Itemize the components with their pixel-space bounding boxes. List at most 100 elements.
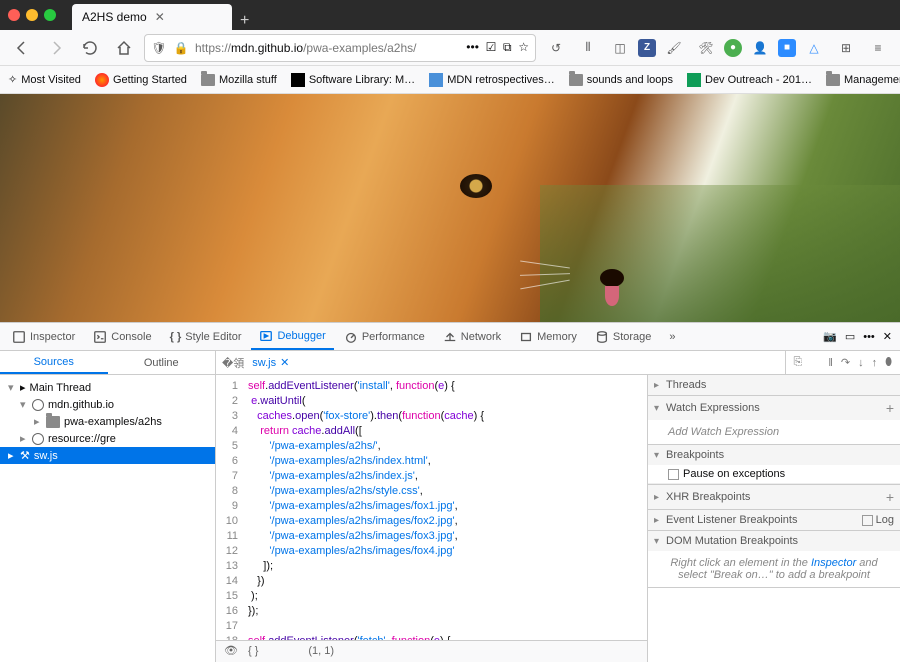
browser-tab[interactable]: A2HS demo ✕ xyxy=(72,4,232,30)
site-icon xyxy=(429,73,443,87)
bookmark-item[interactable]: Dev Outreach - 201… xyxy=(687,73,812,87)
devtools-tab-style[interactable]: { }Style Editor xyxy=(162,323,250,350)
eye-icon[interactable]: 👁 xyxy=(224,644,238,659)
bookmark-item[interactable]: Management stuff xyxy=(826,74,900,86)
star-icon: ✧ xyxy=(8,73,17,86)
back-button[interactable] xyxy=(8,34,36,62)
tree-row-host[interactable]: mdn.github.io xyxy=(0,396,215,413)
pause-on-exceptions[interactable]: Pause on exceptions xyxy=(648,465,900,484)
breakpoints-section[interactable]: ▾Breakpoints xyxy=(648,445,900,465)
history-icon[interactable]: ↺ xyxy=(542,34,570,62)
tree-row-selected[interactable]: ⚒sw.js xyxy=(0,447,215,464)
step-out-button[interactable]: ↑ xyxy=(872,357,878,369)
nav-toolbar: 🛡 🔒 https://mdn.github.io/pwa-examples/a… xyxy=(0,30,900,66)
folder-icon xyxy=(569,74,583,86)
ext-icon-green[interactable]: ● xyxy=(724,39,742,57)
tree-row-main[interactable]: ▸Main Thread xyxy=(0,379,215,396)
dom-section[interactable]: ▾DOM Mutation Breakpoints xyxy=(648,531,900,551)
worker-icon: ⚒ xyxy=(20,449,30,462)
step-over-button[interactable]: ↷ xyxy=(841,356,850,369)
tree-row-folder[interactable]: pwa-examples/a2hs xyxy=(0,413,215,430)
editor-footer: 👁 { } (1, 1) xyxy=(216,640,647,662)
ext-icon-zoom[interactable]: ■ xyxy=(778,39,796,57)
globe-icon xyxy=(32,399,44,411)
devtools-tab-debugger[interactable]: Debugger xyxy=(251,323,333,350)
dom-hint: Right click an element in the Inspector … xyxy=(648,551,900,587)
outline-tab[interactable]: Outline xyxy=(108,351,216,374)
window-zoom-button[interactable] xyxy=(44,9,56,21)
window-close-button[interactable] xyxy=(8,9,20,21)
devtools-tabs-overflow[interactable]: » xyxy=(661,323,683,350)
source-editor[interactable]: 1234567891011121314151617181920 self.add… xyxy=(216,375,648,662)
watch-placeholder[interactable]: Add Watch Expression xyxy=(648,420,900,444)
devtools-tab-inspector[interactable]: Inspector xyxy=(4,323,83,350)
pause-button[interactable]: ‖ xyxy=(828,357,833,369)
bookmark-item[interactable]: Software Library: M… xyxy=(291,73,415,87)
step-in-button[interactable]: ↓ xyxy=(858,357,864,369)
bookmark-item[interactable]: sounds and loops xyxy=(569,74,673,86)
debugger-subheader: Sources Outline �領 sw.js ✕ ⎘ ‖ ↷ ↓ ↑ ⬮ xyxy=(0,351,900,375)
account-icon[interactable]: 👤 xyxy=(746,34,774,62)
checkbox-icon[interactable] xyxy=(668,469,679,480)
ext-icon-wrench[interactable]: 🛠 xyxy=(692,34,720,62)
devtools-close-icon[interactable]: ✕ xyxy=(883,330,892,343)
tree-row-resource[interactable]: resource://gre xyxy=(0,430,215,447)
threads-section[interactable]: ▸Threads xyxy=(648,375,900,395)
sources-tree: ▸Main Thread mdn.github.io pwa-examples/… xyxy=(0,375,216,662)
globe-icon xyxy=(32,433,44,445)
ext-icon-triangle[interactable]: △ xyxy=(800,34,828,62)
add-xhr-icon[interactable]: + xyxy=(886,489,894,505)
folder-icon xyxy=(46,416,60,428)
home-button[interactable] xyxy=(110,34,138,62)
ext-icon-paint[interactable]: 🖌 xyxy=(660,34,688,62)
toggle-sources-icon[interactable]: �領 xyxy=(222,355,244,371)
bookmark-item[interactable]: Mozilla stuff xyxy=(201,74,277,86)
event-section[interactable]: ▸Event Listener BreakpointsLog xyxy=(648,510,900,530)
devtools-tab-performance[interactable]: Performance xyxy=(336,323,433,350)
xhr-section[interactable]: ▸XHR Breakpoints+ xyxy=(648,485,900,509)
bookmark-item[interactable]: MDN retrospectives… xyxy=(429,73,555,87)
tab-close-icon[interactable]: ✕ xyxy=(155,10,165,24)
tab-title: A2HS demo xyxy=(82,10,147,24)
cursor-position: (1, 1) xyxy=(308,644,334,659)
watch-section[interactable]: ▾Watch Expressions+ xyxy=(648,396,900,420)
source-file-tab[interactable]: sw.js ✕ xyxy=(252,356,289,369)
kebab-icon[interactable]: ••• xyxy=(863,331,875,343)
bookmarks-bar: ✧Most Visited Getting Started Mozilla st… xyxy=(0,66,900,94)
deactivate-bp-button[interactable]: ⬮ xyxy=(885,356,892,369)
page-actions: ••• ☑ ⧉ ☆ xyxy=(466,40,529,55)
folder-icon xyxy=(201,74,215,86)
sidebar-icon[interactable]: ◫ xyxy=(606,34,634,62)
sources-tab[interactable]: Sources xyxy=(0,351,108,374)
bookmark-item[interactable]: ✧Most Visited xyxy=(8,73,81,86)
folder-icon xyxy=(826,74,840,86)
checkbox-icon[interactable] xyxy=(862,515,873,526)
shield-icon: 🛡 xyxy=(151,40,167,56)
menu-button[interactable]: ≡ xyxy=(864,34,892,62)
devtools-tab-storage[interactable]: Storage xyxy=(587,323,660,350)
devtools-tab-memory[interactable]: Memory xyxy=(511,323,585,350)
page-content-hero xyxy=(0,94,900,322)
bookmark-item[interactable]: Getting Started xyxy=(95,73,187,87)
responsive-icon[interactable]: ▭ xyxy=(845,330,855,343)
add-watch-icon[interactable]: + xyxy=(886,400,894,416)
library-icon[interactable]: ⫴ xyxy=(574,34,602,62)
url-text: https://mdn.github.io/pwa-examples/a2hs/ xyxy=(195,41,416,55)
url-bar[interactable]: 🛡 🔒 https://mdn.github.io/pwa-examples/a… xyxy=(144,34,536,62)
window-minimize-button[interactable] xyxy=(26,9,38,21)
screenshot-icon[interactable]: 📷 xyxy=(823,330,837,343)
lock-icon: 🔒 xyxy=(173,40,189,56)
file-tab-close-icon[interactable]: ✕ xyxy=(280,356,289,369)
site-icon xyxy=(291,73,305,87)
reload-button[interactable] xyxy=(76,34,104,62)
window-titlebar: A2HS demo ✕ + xyxy=(0,0,900,30)
toggle-right-pane-icon[interactable]: ⎘ xyxy=(794,356,803,369)
ext-icon-grid[interactable]: ⊞ xyxy=(832,34,860,62)
prettify-icon[interactable]: { } xyxy=(248,644,258,659)
devtools-tab-console[interactable]: Console xyxy=(85,323,159,350)
inspector-link[interactable]: Inspector xyxy=(811,557,856,569)
forward-button[interactable] xyxy=(42,34,70,62)
new-tab-button[interactable]: + xyxy=(240,12,249,30)
devtools-tab-network[interactable]: Network xyxy=(435,323,509,350)
ext-icon-z[interactable]: Z xyxy=(638,39,656,57)
